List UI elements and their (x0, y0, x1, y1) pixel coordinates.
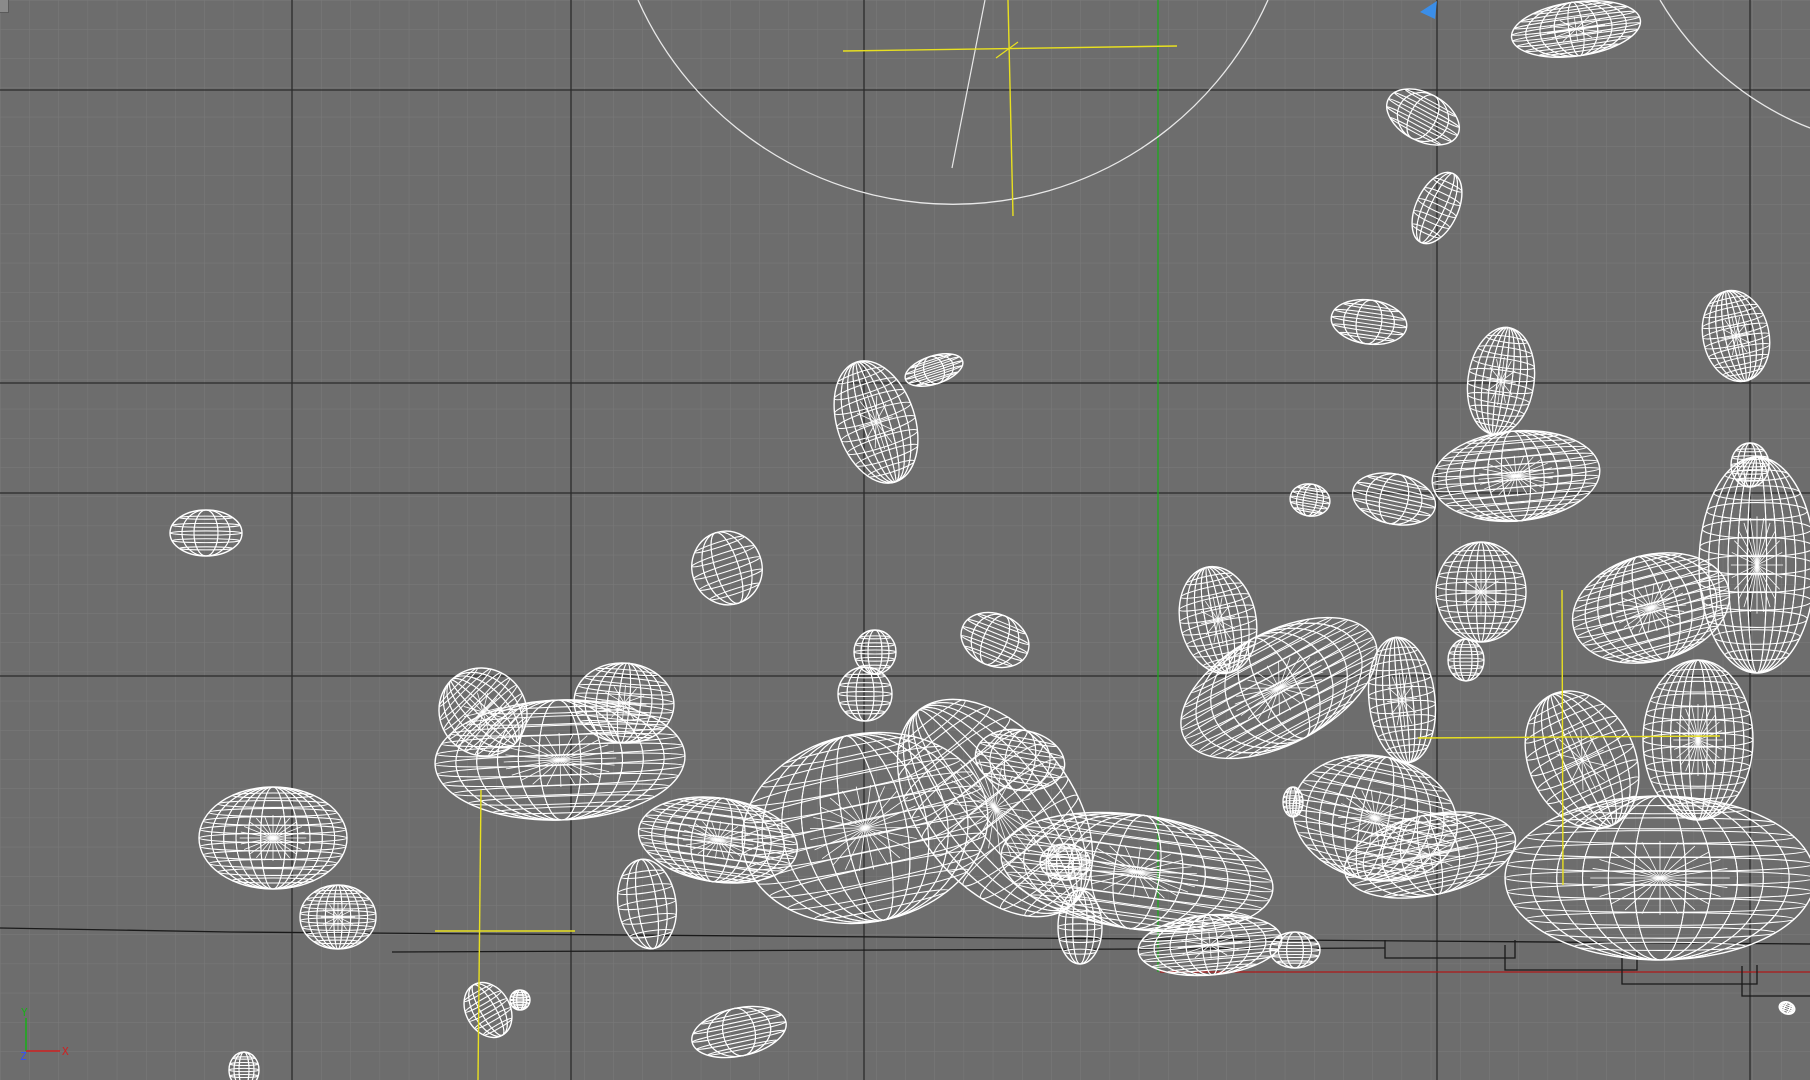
axis-z-label: Z (20, 1050, 27, 1063)
axis-y-label: Y (21, 1006, 28, 1019)
axis-x-label: X (62, 1045, 69, 1058)
viewport-canvas[interactable]: Y X Z (0, 0, 1810, 1080)
front-viewport[interactable]: Y X Z (0, 0, 1810, 1080)
viewport-label[interactable] (0, 0, 9, 13)
minor-grid (0, 0, 1810, 1080)
